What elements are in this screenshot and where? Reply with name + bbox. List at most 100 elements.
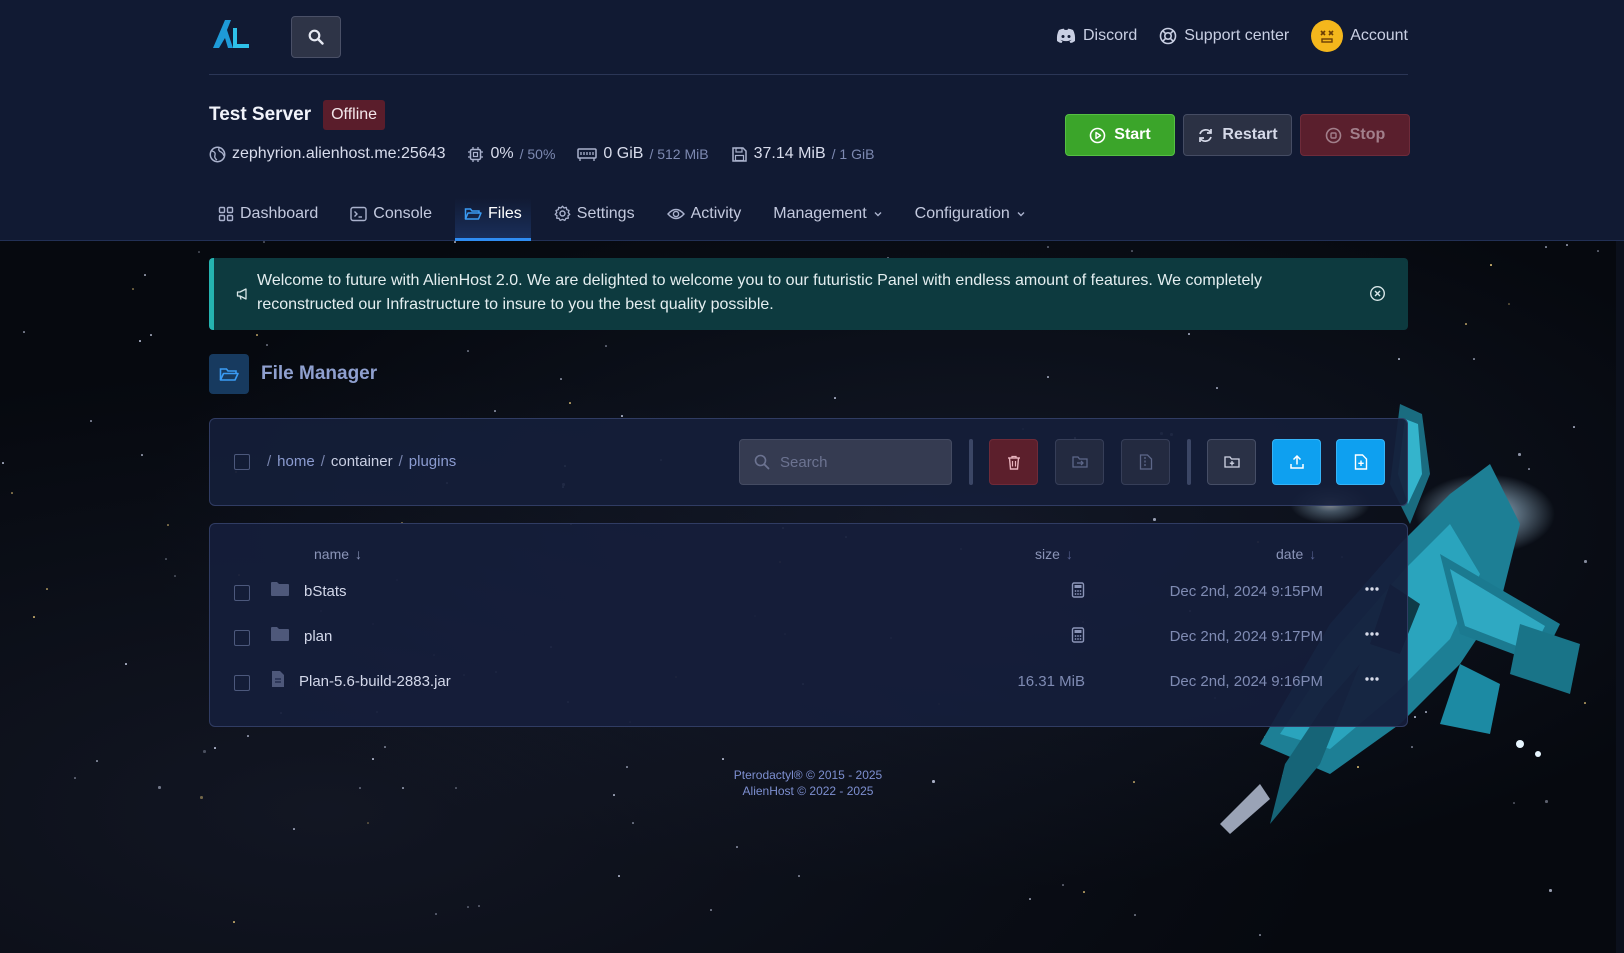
column-header-size[interactable]: size ↓ (1035, 546, 1073, 562)
server-stats: zephyrion.alienhost.me:25643 0% / 50% 0 … (209, 145, 874, 163)
star (167, 524, 169, 526)
star (372, 758, 374, 760)
alienhost-logo[interactable] (211, 16, 251, 50)
row-checkbox[interactable] (234, 630, 250, 646)
star (1490, 264, 1492, 266)
column-header-date[interactable]: date ↓ (1276, 546, 1316, 562)
column-header-name[interactable]: name ↓ (314, 546, 362, 562)
more-options-icon[interactable] (1365, 587, 1379, 591)
discord-link[interactable]: Discord (1056, 27, 1137, 45)
calculator-icon[interactable] (1071, 627, 1085, 643)
table-row[interactable]: bStats Dec 2nd, 2024 9:15PM (210, 570, 1409, 614)
column-header-label: size (1035, 546, 1060, 562)
upload-button[interactable] (1272, 439, 1321, 485)
row-checkbox[interactable] (234, 585, 250, 601)
more-options-icon[interactable] (1365, 632, 1379, 636)
sort-arrow-icon: ↓ (1309, 546, 1317, 562)
tab-label: Configuration (914, 204, 1010, 222)
table-row[interactable]: plan Dec 2nd, 2024 9:17PM (210, 615, 1409, 659)
file-name: Plan-5.6-build-2883.jar (299, 673, 451, 690)
account-label: Account (1350, 27, 1408, 44)
tab-label: Console (373, 204, 432, 222)
tab-label: Files (487, 204, 522, 222)
archive-files-button[interactable] (1121, 439, 1170, 485)
star (90, 420, 92, 422)
tab-dashboard[interactable]: Dashboard (209, 198, 327, 241)
restart-button[interactable]: Restart (1183, 114, 1292, 156)
folder-icon (271, 627, 289, 641)
star (1508, 303, 1510, 305)
new-folder-button[interactable] (1207, 439, 1256, 485)
tab-management[interactable]: Management (764, 198, 891, 241)
table-row[interactable]: Plan-5.6-build-2883.jar 16.31 MiB Dec 2n… (210, 660, 1409, 704)
cpu-icon (468, 146, 484, 162)
close-icon[interactable] (1369, 285, 1386, 302)
file-list: name ↓ size ↓ date ↓ bStats Dec 2nd, 202… (209, 523, 1408, 727)
star (23, 331, 25, 333)
footer: Pterodactyl® © 2015 - 2025 AlienHost © 2… (0, 767, 1616, 799)
discord-icon (1056, 28, 1076, 43)
cpu-limit: / 50% (519, 146, 556, 162)
eye-icon (666, 208, 685, 219)
save-disk-icon (731, 146, 747, 162)
tab-console[interactable]: Console (341, 198, 441, 241)
footer-alienhost: AlienHost © 2022 - 2025 (742, 784, 874, 798)
global-search-button[interactable] (291, 16, 341, 58)
chevron-down-icon (1017, 211, 1025, 216)
breadcrumb-home[interactable]: home (277, 453, 315, 470)
delete-files-button[interactable] (989, 439, 1038, 485)
star (1131, 250, 1133, 252)
page-scrollbar[interactable] (1616, 241, 1624, 953)
star (11, 492, 13, 494)
megaphone-icon (236, 288, 247, 300)
cpu-usage: 0% / 50% (467, 145, 555, 163)
star (1083, 891, 1085, 893)
trash-icon (1007, 455, 1020, 470)
star (621, 415, 623, 417)
star (367, 822, 369, 824)
new-file-button[interactable] (1336, 439, 1385, 485)
disk-value: 37.14 MiB (753, 145, 826, 162)
announcement-text: Welcome to future with AlienHost 2.0. We… (257, 272, 1262, 313)
support-center-link[interactable]: Support center (1159, 27, 1289, 45)
account-menu[interactable]: Account (1311, 20, 1408, 52)
tab-configuration[interactable]: Configuration (906, 198, 1035, 241)
breadcrumb-container[interactable]: container (331, 453, 393, 470)
tab-activity[interactable]: Activity (658, 198, 751, 241)
tab-label: Settings (576, 204, 635, 222)
tab-files[interactable]: Files (454, 198, 531, 241)
folder-plus-icon (1223, 456, 1240, 468)
tab-label: Dashboard (240, 204, 319, 222)
row-checkbox[interactable] (234, 675, 250, 691)
file-search-input[interactable]: Search (739, 439, 952, 485)
star (478, 905, 480, 907)
select-all-checkbox[interactable] (234, 454, 250, 470)
stop-button[interactable]: Stop (1300, 114, 1410, 156)
star (467, 350, 469, 352)
star (46, 588, 48, 590)
discord-label: Discord (1083, 27, 1138, 44)
breadcrumb-plugins[interactable]: plugins (409, 453, 457, 470)
footer-pterodactyl[interactable]: Pterodactyl® © 2015 - 2025 (0, 767, 1616, 783)
move-files-button[interactable] (1055, 439, 1104, 485)
calculator-icon[interactable] (1071, 582, 1085, 598)
more-options-icon[interactable] (1365, 677, 1379, 681)
star (1047, 246, 1049, 248)
start-label: Start (1114, 126, 1151, 143)
start-button[interactable]: Start (1065, 114, 1175, 156)
terminal-icon (350, 206, 367, 221)
top-navigation: Discord Support center Account (209, 0, 1408, 75)
star (722, 758, 724, 760)
star (174, 575, 176, 577)
support-center-label: Support center (1184, 27, 1290, 44)
star (1153, 518, 1156, 521)
grid-icon (218, 206, 234, 221)
tab-settings[interactable]: Settings (545, 198, 644, 241)
sort-arrow-icon: ↓ (355, 546, 363, 562)
stop-label: Stop (1349, 126, 1386, 143)
file-manager-icon-box (209, 354, 249, 394)
server-address[interactable]: zephyrion.alienhost.me:25643 (209, 145, 445, 163)
globe-icon (209, 146, 226, 162)
star (96, 760, 98, 762)
star (141, 454, 143, 456)
